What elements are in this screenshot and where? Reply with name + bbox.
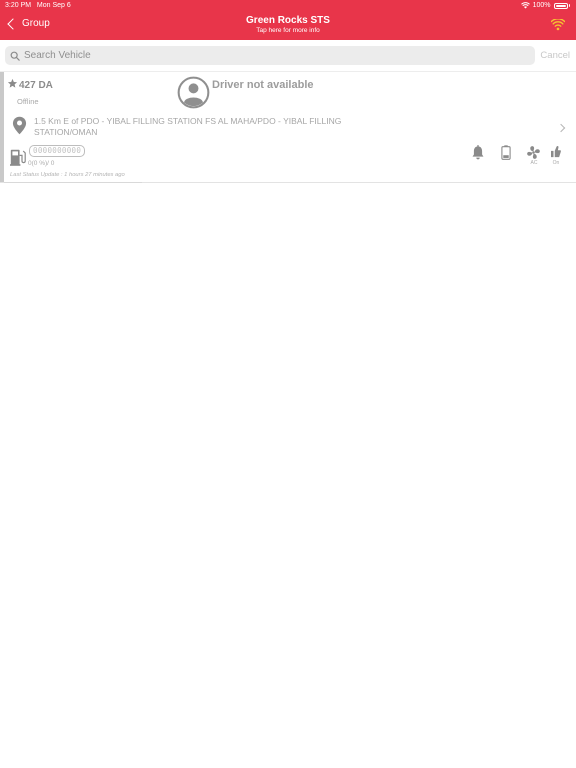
ignition-label: On (552, 160, 560, 166)
connection-button[interactable] (550, 18, 566, 36)
fuel-level: 0(0 %)/ 0 (28, 160, 55, 167)
ignition-thumb-icon (551, 145, 561, 158)
status-time-date: 3:20 PM Mon Sep 6 (5, 2, 71, 9)
wifi-status-icon (520, 2, 530, 9)
fan-icon (527, 146, 540, 159)
cancel-button[interactable]: Cancel (540, 50, 570, 61)
star-icon[interactable] (7, 78, 18, 89)
search-icon (10, 51, 20, 61)
last-status-update: Last Status Update : 1 hours 27 minutes … (10, 172, 125, 178)
bell-icon[interactable] (471, 145, 485, 160)
odometer-reading: 0000000000 (29, 145, 86, 157)
page-subtitle: Tap here for more info (256, 27, 320, 34)
wifi-signal-icon (550, 18, 566, 31)
vehicle-name: 427 DA (19, 80, 53, 91)
vehicle-address: 1.5 Km E of PDO - YIBAL FILLING STATION … (34, 116, 342, 137)
title-info-button[interactable]: Green Rocks STS Tap here for more info (0, 15, 576, 35)
battery-indicator-icon (501, 145, 511, 160)
chevron-right-icon[interactable] (556, 123, 566, 133)
battery-percent: 100% (532, 2, 551, 9)
battery-icon (553, 2, 568, 9)
ac-label: AC (530, 160, 538, 166)
status-date: Mon Sep 6 (36, 2, 71, 9)
driver-name: Driver not available (212, 79, 314, 91)
driver-avatar-icon (177, 76, 210, 109)
page-title: Green Rocks STS (246, 15, 330, 26)
battery-tip (568, 4, 570, 7)
vehicle-status: Offline (17, 97, 39, 106)
search-input[interactable] (24, 50, 504, 61)
fuel-pump-icon (10, 149, 26, 166)
search-field[interactable] (5, 46, 535, 65)
status-accent-bar (0, 72, 4, 182)
card-divider (4, 182, 142, 183)
location-pin-icon (12, 116, 27, 135)
status-time: 3:20 PM (5, 2, 32, 9)
vehicle-card[interactable]: 427 DA Offline Driver not available 1.5 … (0, 71, 576, 183)
status-right: 100% (520, 2, 570, 9)
status-bar: 3:20 PM Mon Sep 6 100% (0, 0, 576, 11)
search-bar: Cancel (0, 40, 576, 71)
nav-header: 3:20 PM Mon Sep 6 100% Group Green Rocks… (0, 0, 576, 40)
